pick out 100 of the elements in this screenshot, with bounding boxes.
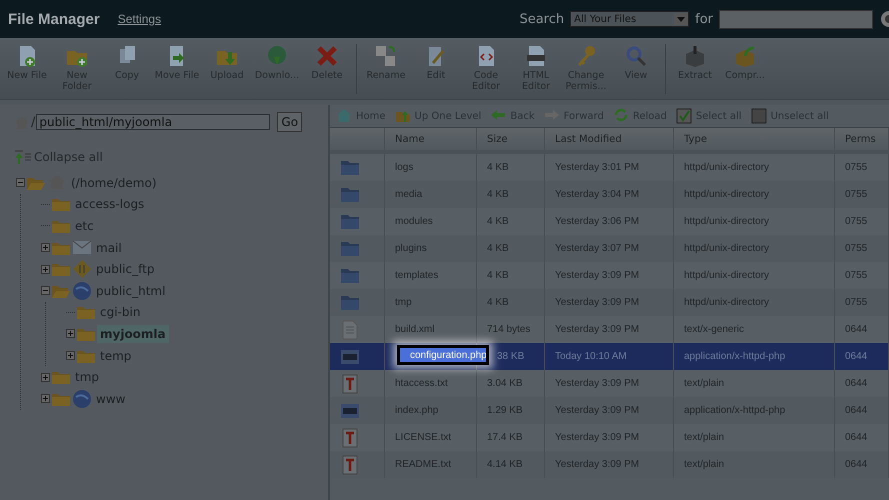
globe-icon [72, 280, 92, 301]
folder-item[interactable]: public_ftp [93, 260, 158, 278]
table-cell: 1.29 KB [487, 405, 523, 416]
table-cell: LICENSE.txt [395, 432, 452, 443]
table-cell: application/x-httpd-php [684, 405, 786, 416]
folder-item[interactable]: access-logs [72, 195, 148, 214]
table-cell: application/x-httpd-php [684, 351, 786, 362]
empty-box-icon [750, 108, 767, 124]
table-cell: 714 bytes [487, 324, 530, 335]
table-cell: index.php [395, 405, 438, 416]
rename-field[interactable]: configuration.php [397, 345, 489, 365]
table-cell: 4 KB [487, 162, 509, 173]
table-cell: text/plain [684, 378, 724, 389]
table-cell: httpd/unix-directory [684, 162, 770, 173]
toggle-icon[interactable] [41, 286, 50, 296]
column-header[interactable]: Last Modified [545, 128, 674, 150]
table-cell: templates [395, 270, 438, 281]
table-cell: 3.04 KB [487, 378, 523, 389]
file-row[interactable]: logs 4 KB Yesterday 3:01 PM httpd/unix-directory 0755 [330, 154, 889, 181]
column-header[interactable]: Perms [835, 128, 889, 150]
home-icon [336, 108, 352, 124]
folder-item[interactable]: public_html [93, 282, 168, 300]
table-cell: README.txt [395, 459, 452, 470]
toggle-icon[interactable] [41, 372, 50, 382]
table-cell: Yesterday 3:04 PM [555, 189, 640, 200]
x-icon [315, 44, 339, 68]
table-cell: 0644 [845, 324, 868, 335]
toggle-icon[interactable] [16, 178, 25, 188]
table-cell: Yesterday 3:09 PM [555, 405, 640, 416]
folder-item[interactable]: tmp [72, 368, 102, 386]
table-cell: htaccess.txt [395, 378, 448, 389]
folder-item[interactable]: temp [97, 346, 134, 365]
table-cell: 0755 [845, 216, 868, 227]
table-cell: 0755 [845, 270, 868, 281]
caret-icon [674, 13, 688, 25]
path-field[interactable]: public_html/myjoomla [36, 114, 270, 130]
table-cell: 0644 [845, 405, 868, 416]
table-cell: httpd/unix-directory [684, 243, 770, 254]
table-cell: 4.14 KB [487, 459, 523, 470]
folder-item[interactable]: mail [93, 238, 125, 257]
file-row[interactable]: templates 4 KB Yesterday 3:09 PM httpd/unix-directory 0755 [330, 262, 889, 289]
table-cell: text/x-generic [684, 324, 744, 335]
table-cell: tmp [395, 297, 412, 308]
settings-link[interactable]: Settings [118, 12, 162, 26]
table-cell: Yesterday 3:07 PM [555, 243, 640, 254]
table-cell: logs [395, 162, 414, 173]
table-cell: 0755 [845, 297, 868, 308]
diamond-icon [72, 259, 92, 280]
table-cell: modules [395, 216, 433, 227]
toggle-icon[interactable] [66, 329, 75, 338]
magnifier-icon [624, 44, 648, 68]
text-file-icon [340, 374, 360, 394]
table-cell: httpd/unix-directory [684, 270, 770, 281]
table-cell: 0755 [845, 162, 868, 173]
file-row[interactable]: build.xml 714 bytes Yesterday 3:09 PM text/x-generic 0644 [330, 316, 889, 343]
folder-item[interactable]: (/home/demo) [68, 174, 160, 192]
search-field[interactable] [719, 10, 873, 28]
table-cell: Yesterday 3:09 PM [555, 297, 640, 308]
file-row[interactable]: LICENSE.txt 17.4 KB Yesterday 3:09 PM text/plain 0644 [330, 424, 889, 451]
html-file-icon [524, 44, 548, 68]
table-cell: Yesterday 3:09 PM [555, 459, 640, 470]
table-cell: media [395, 189, 422, 200]
table-cell: text/plain [684, 432, 724, 443]
folder-item[interactable]: cgi-bin [97, 303, 144, 322]
column-header[interactable]: Type [674, 128, 835, 150]
toggle-icon[interactable] [41, 264, 50, 274]
file-row[interactable]: htaccess.txt 3.04 KB Yesterday 3:09 PM text/plain 0644 [330, 370, 889, 397]
folder-icon [51, 369, 71, 386]
column-header[interactable]: Size [477, 128, 545, 150]
search-label: Search [519, 12, 564, 26]
reload-icon [612, 108, 629, 124]
toggle-icon[interactable] [41, 394, 50, 404]
table-cell: Yesterday 3:01 PM [555, 162, 640, 173]
table-cell: Yesterday 3:09 PM [555, 432, 640, 443]
column-header[interactable]: Name [385, 128, 477, 150]
scope-dropdown[interactable]: All Your Files [570, 11, 690, 27]
go-button[interactable]: Go [277, 112, 302, 132]
folder-item[interactable]: www [93, 390, 128, 408]
box-icon [733, 44, 757, 68]
table-cell: 4 KB [487, 243, 509, 254]
table-cell: 0644 [845, 432, 868, 443]
table-cell: 0644 [845, 378, 868, 389]
text-file-icon [340, 428, 360, 448]
app-title: File Manager [8, 10, 100, 28]
toggle-icon[interactable] [66, 351, 75, 360]
folder-item[interactable]: myjoomla [97, 324, 169, 343]
file-row[interactable]: modules 4 KB Yesterday 3:06 PM httpd/unix-directory 0755 [330, 208, 889, 235]
table-cell: httpd/unix-directory [684, 189, 770, 200]
globe-icon [72, 388, 92, 409]
file-row[interactable]: configuration.php 38 KB Today 10:10 AM application/x-httpd-php 0644 [330, 343, 889, 370]
table-cell: 4 KB [487, 270, 509, 281]
toggle-icon[interactable] [41, 243, 50, 252]
table-cell: 0644 [845, 459, 868, 470]
table-cell: 0755 [845, 243, 868, 254]
table-cell: plugins [395, 243, 427, 254]
folder-item[interactable]: etc [72, 216, 97, 235]
table-cell: 4 KB [487, 189, 509, 200]
folder-icon [51, 196, 71, 212]
table-cell: text/plain [684, 459, 724, 470]
table-cell: 38 KB [497, 351, 524, 362]
